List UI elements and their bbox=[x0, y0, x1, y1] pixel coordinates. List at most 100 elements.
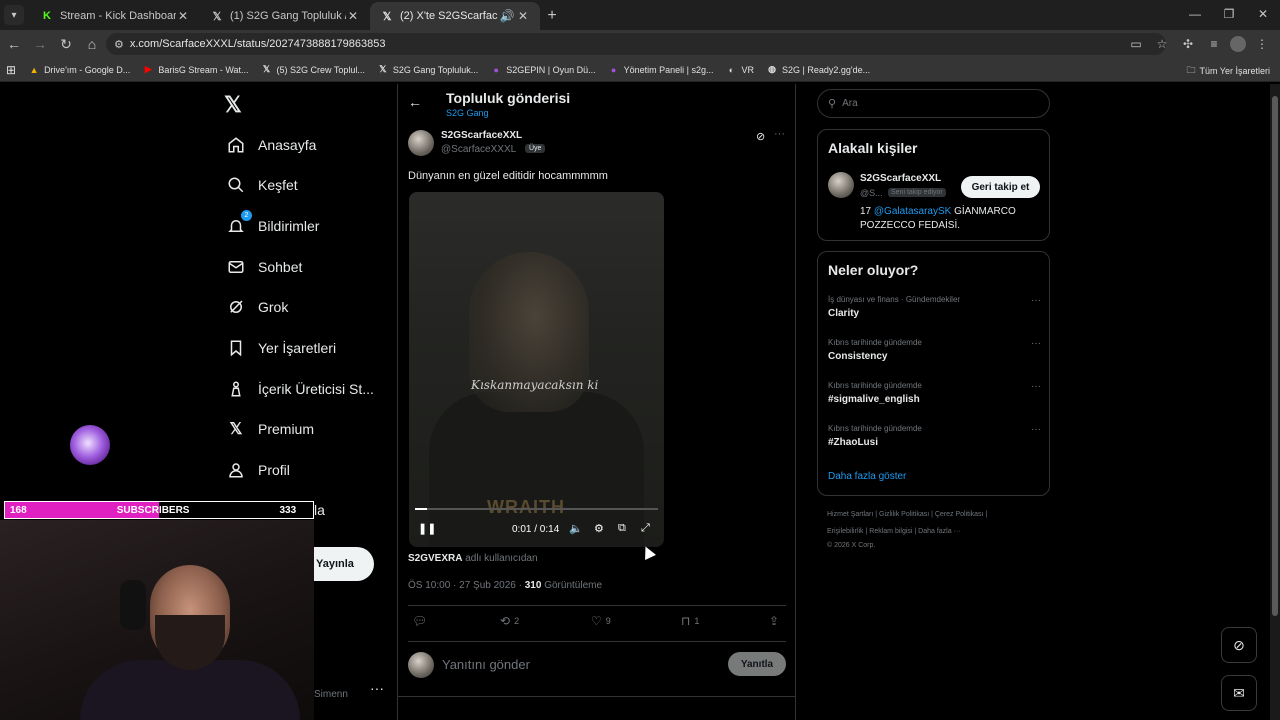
trend-item[interactable]: Kıbrıs tarihinde gündemde #sigmalive_eng… bbox=[828, 381, 1041, 405]
settings-icon[interactable]: ⚙ bbox=[594, 522, 604, 535]
bookmark-s2g-gang[interactable]: 𝕏 S2G Gang Topluluk... bbox=[377, 64, 478, 76]
close-icon[interactable]: ✕ bbox=[176, 9, 190, 23]
my-avatar[interactable] bbox=[408, 652, 434, 678]
pause-icon[interactable]: ❚❚ bbox=[418, 522, 436, 535]
nav-explore[interactable]: Keşfet bbox=[226, 168, 298, 202]
via-line: S2GVEXRA adlı kullanıcıdan bbox=[408, 553, 538, 564]
video-controls: ❚❚ 0:01 / 0:14 🔈 ⚙ ⧉ ⤢ bbox=[409, 520, 664, 542]
page-scrollbar[interactable] bbox=[1270, 84, 1280, 720]
bookmark-s2g-crew[interactable]: 𝕏 (5) S2G Crew Toplul... bbox=[261, 64, 365, 76]
trend-more-icon[interactable]: ··· bbox=[1031, 338, 1041, 349]
more-options-icon[interactable]: ··· bbox=[774, 128, 785, 140]
grok-icon bbox=[226, 297, 246, 317]
author-name[interactable]: S2GScarfaceXXL bbox=[441, 130, 522, 141]
nav-grok[interactable]: Grok bbox=[226, 290, 288, 324]
repost-action[interactable]: ⟲ 2 bbox=[500, 614, 519, 628]
trend-item[interactable]: İş dünyası ve finans · Gündemdekiler Cla… bbox=[828, 295, 1041, 319]
bookmark-drive[interactable]: ▲ Drive'ım - Google D... bbox=[28, 64, 131, 76]
tab-x-post[interactable]: 𝕏 (2) X'te S2GScarfaceXXL: "D 🔊 ✕ bbox=[370, 2, 540, 30]
nav-premium[interactable]: 𝕏 Premium bbox=[226, 412, 314, 446]
related-avatar[interactable] bbox=[828, 172, 854, 198]
like-action[interactable]: ♡ 9 bbox=[591, 614, 611, 628]
bookmark-panel[interactable]: ● Yönetim Paneli | s2g... bbox=[608, 64, 714, 76]
nav-creator-studio[interactable]: İçerik Üreticisi St... bbox=[226, 372, 374, 406]
reply-button[interactable]: Yanıtla bbox=[728, 652, 786, 676]
video-progress-fill bbox=[415, 508, 428, 510]
browser-tab-bar: ▾ K Stream - Kick Dashboard ✕ 𝕏 (1) S2G … bbox=[0, 0, 1280, 30]
share-icon: ⇪ bbox=[769, 614, 780, 628]
search-input[interactable]: ⚲ Ara bbox=[817, 89, 1050, 118]
restore-icon[interactable]: ❐ bbox=[1212, 0, 1246, 28]
bookmark-vr[interactable]: ◐ VR bbox=[726, 64, 754, 76]
forward-icon[interactable]: → bbox=[28, 32, 52, 56]
video-player[interactable]: Kıskanmayacaksın ki WRAITH ❚❚ 0:01 / 0:1… bbox=[409, 192, 664, 547]
reply-action[interactable]: 💬︎ bbox=[412, 614, 431, 628]
tab-x-community[interactable]: 𝕏 (1) S2G Gang Topluluk / X ✕ bbox=[200, 2, 370, 30]
related-name[interactable]: S2GScarfaceXXL bbox=[860, 173, 941, 184]
grok-icon[interactable]: ⊘ bbox=[756, 130, 765, 143]
tab-kick[interactable]: K Stream - Kick Dashboard ✕ bbox=[30, 2, 200, 30]
trend-item[interactable]: Kıbrıs tarihinde gündemde #ZhaoLusi ··· bbox=[828, 424, 1041, 448]
share-action[interactable]: ⇪ bbox=[769, 614, 783, 628]
close-icon[interactable]: ✕ bbox=[516, 9, 530, 23]
pip-icon[interactable]: ⧉ bbox=[618, 522, 626, 535]
back-arrow-icon[interactable]: ← bbox=[408, 94, 424, 110]
reload-icon[interactable]: ↻ bbox=[54, 32, 78, 56]
extensions-icon[interactable]: ✣ bbox=[1178, 34, 1198, 54]
post-button[interactable]: Yayınla bbox=[314, 547, 374, 581]
media-icon[interactable]: ≡ bbox=[1204, 34, 1224, 54]
home-icon[interactable]: ⌂ bbox=[80, 32, 104, 56]
vr-icon: ◐ bbox=[728, 64, 735, 75]
trend-more-icon[interactable]: ··· bbox=[1031, 295, 1041, 306]
bookmark-action[interactable]: ⊓ 1 bbox=[681, 614, 699, 628]
scroll-thumb[interactable] bbox=[1272, 96, 1278, 616]
via-user[interactable]: S2GVEXRA bbox=[408, 553, 462, 564]
trend-more-icon[interactable]: ··· bbox=[1031, 381, 1041, 392]
bookmark-ready2[interactable]: ◍ S2G | Ready2.gg'de... bbox=[766, 64, 870, 76]
x-logo-icon[interactable]: 𝕏 bbox=[224, 92, 248, 117]
bookmark-label: BarisG Stream - Wat... bbox=[158, 64, 249, 75]
bookmark-s2gepin[interactable]: ● S2GEPIN | Oyun Dü... bbox=[490, 64, 596, 76]
url-field[interactable]: ⚙ x.com/ScarfaceXXXL/status/202747388817… bbox=[106, 33, 1166, 55]
footer-links-1[interactable]: Hizmet Şartları | Gizlilik Politikası | … bbox=[827, 511, 987, 518]
related-handle[interactable]: @S... bbox=[860, 188, 883, 198]
nav-notifications[interactable]: 2 Bildirimler bbox=[226, 209, 319, 243]
site-info-icon[interactable]: ⚙ bbox=[114, 38, 124, 51]
footer-links-2[interactable]: Erişilebilirlik | Reklam bilgisi | Daha … bbox=[827, 528, 961, 535]
author-avatar[interactable] bbox=[408, 130, 434, 156]
nav-bookmarks[interactable]: Yer İşaretleri bbox=[226, 331, 336, 365]
grok-fab-icon[interactable]: ⊘ bbox=[1221, 627, 1257, 663]
install-icon[interactable]: ▭ bbox=[1126, 34, 1146, 54]
author-handle[interactable]: @ScarfaceXXXL bbox=[441, 144, 516, 155]
tab-search-button[interactable]: ▾ bbox=[4, 5, 24, 25]
audio-icon[interactable]: 🔊 bbox=[498, 9, 516, 23]
fullscreen-icon[interactable]: ⤢ bbox=[641, 522, 650, 535]
back-icon[interactable]: ← bbox=[2, 32, 26, 56]
bio-mention[interactable]: @GalatasaraySK bbox=[874, 206, 951, 217]
video-progress[interactable] bbox=[415, 508, 658, 510]
post-timestamp[interactable]: ÖS 10:00 · 27 Şub 2026 · bbox=[408, 580, 525, 591]
trends-title: Neler oluyor? bbox=[828, 262, 919, 278]
bookmark-youtube[interactable]: ▶ BarisG Stream - Wat... bbox=[142, 64, 249, 76]
show-more-link[interactable]: Daha fazla göster bbox=[828, 471, 906, 482]
apps-icon[interactable]: ⊞ bbox=[6, 63, 16, 77]
close-icon[interactable]: ✕ bbox=[346, 9, 360, 23]
new-tab-button[interactable]: + bbox=[540, 4, 564, 28]
community-link[interactable]: S2G Gang bbox=[446, 108, 489, 118]
star-icon[interactable]: ☆ bbox=[1152, 34, 1172, 54]
nav-messages[interactable]: Sohbet bbox=[226, 250, 302, 284]
close-window-icon[interactable]: ✕ bbox=[1246, 0, 1280, 28]
all-bookmarks[interactable]: 🗀 Tüm Yer İşaretleri bbox=[1186, 63, 1270, 79]
trend-more-icon[interactable]: ··· bbox=[1031, 424, 1041, 435]
account-more-icon[interactable]: ··· bbox=[370, 680, 384, 696]
trend-item[interactable]: Kıbrıs tarihinde gündemde Consistency ··… bbox=[828, 338, 1041, 362]
follow-back-button[interactable]: Geri takip et bbox=[961, 176, 1040, 198]
nav-home[interactable]: Anasayfa bbox=[226, 128, 316, 162]
reply-input[interactable]: Yanıtını gönder bbox=[442, 657, 530, 672]
volume-icon[interactable]: 🔈 bbox=[569, 522, 583, 535]
messages-fab-icon[interactable]: ✉ bbox=[1221, 675, 1257, 711]
minimize-icon[interactable]: — bbox=[1178, 0, 1212, 28]
menu-icon[interactable]: ⋮ bbox=[1252, 34, 1272, 54]
nav-profile[interactable]: Profil bbox=[226, 453, 290, 487]
profile-avatar[interactable] bbox=[1230, 36, 1246, 52]
